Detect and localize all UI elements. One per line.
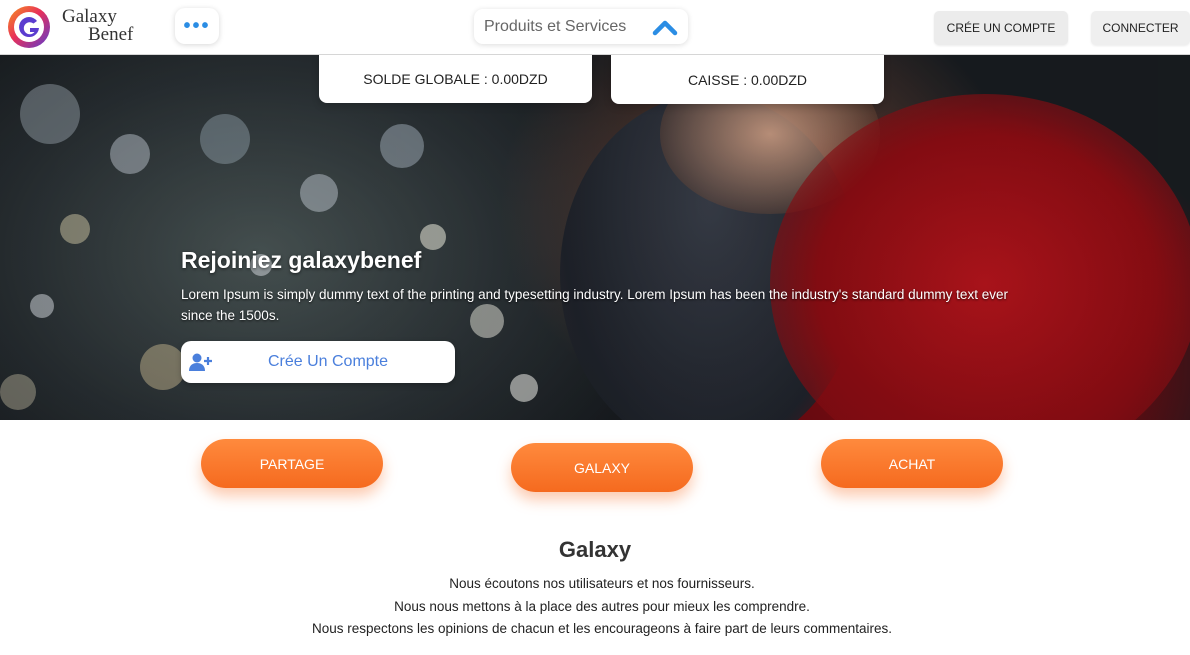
achat-button[interactable]: ACHAT	[821, 439, 1003, 488]
chevron-up-icon	[652, 20, 678, 36]
more-menu-button[interactable]: •••	[175, 8, 219, 44]
products-services-dropdown[interactable]: Produits et Services	[474, 9, 688, 44]
hero-description: Lorem Ipsum is simply dummy text of the …	[181, 287, 1008, 323]
more-dots-icon: •••	[183, 14, 211, 37]
partage-button[interactable]: PARTAGE	[201, 439, 383, 488]
top-navbar: Galaxy Benef ••• Produits et Services CR…	[0, 0, 1190, 55]
hero-title: Rejoiniez galaxybenef	[181, 247, 422, 273]
global-balance-card: SOLDE GLOBALE : 0.00DZD	[319, 54, 592, 103]
cash-balance-card: CAISSE : 0.00DZD	[611, 54, 884, 104]
about-line: Nous respectons les opinions de chacun e…	[311, 621, 893, 636]
about-line: Nous nous mettons à la place des autres …	[394, 598, 810, 614]
galaxy-button[interactable]: GALAXY	[511, 443, 693, 492]
hero-create-account-label: Crée Un Compte	[267, 353, 389, 370]
about-text: Nous écoutons nos utilisateurs et nos fo…	[0, 573, 1190, 641]
create-account-button[interactable]: CRÉE UN COMPTE	[934, 11, 1068, 45]
products-services-label: Produits et Services	[484, 18, 627, 35]
about-title: Galaxy	[558, 537, 632, 562]
hero-overlay	[0, 54, 1190, 420]
logo-wordmark[interactable]: Galaxy Benef	[62, 7, 134, 45]
galaxy-logo-icon[interactable]	[6, 4, 52, 50]
logo-line-2: Benef	[88, 24, 134, 45]
login-button[interactable]: CONNECTER	[1091, 11, 1190, 45]
about-line: Nous écoutons nos utilisateurs et nos fo…	[449, 576, 755, 591]
hero-create-account-button[interactable]: Crée Un Compte	[181, 341, 455, 383]
hero-banner: SOLDE GLOBALE : 0.00DZD CAISSE : 0.00DZD…	[0, 54, 1190, 420]
